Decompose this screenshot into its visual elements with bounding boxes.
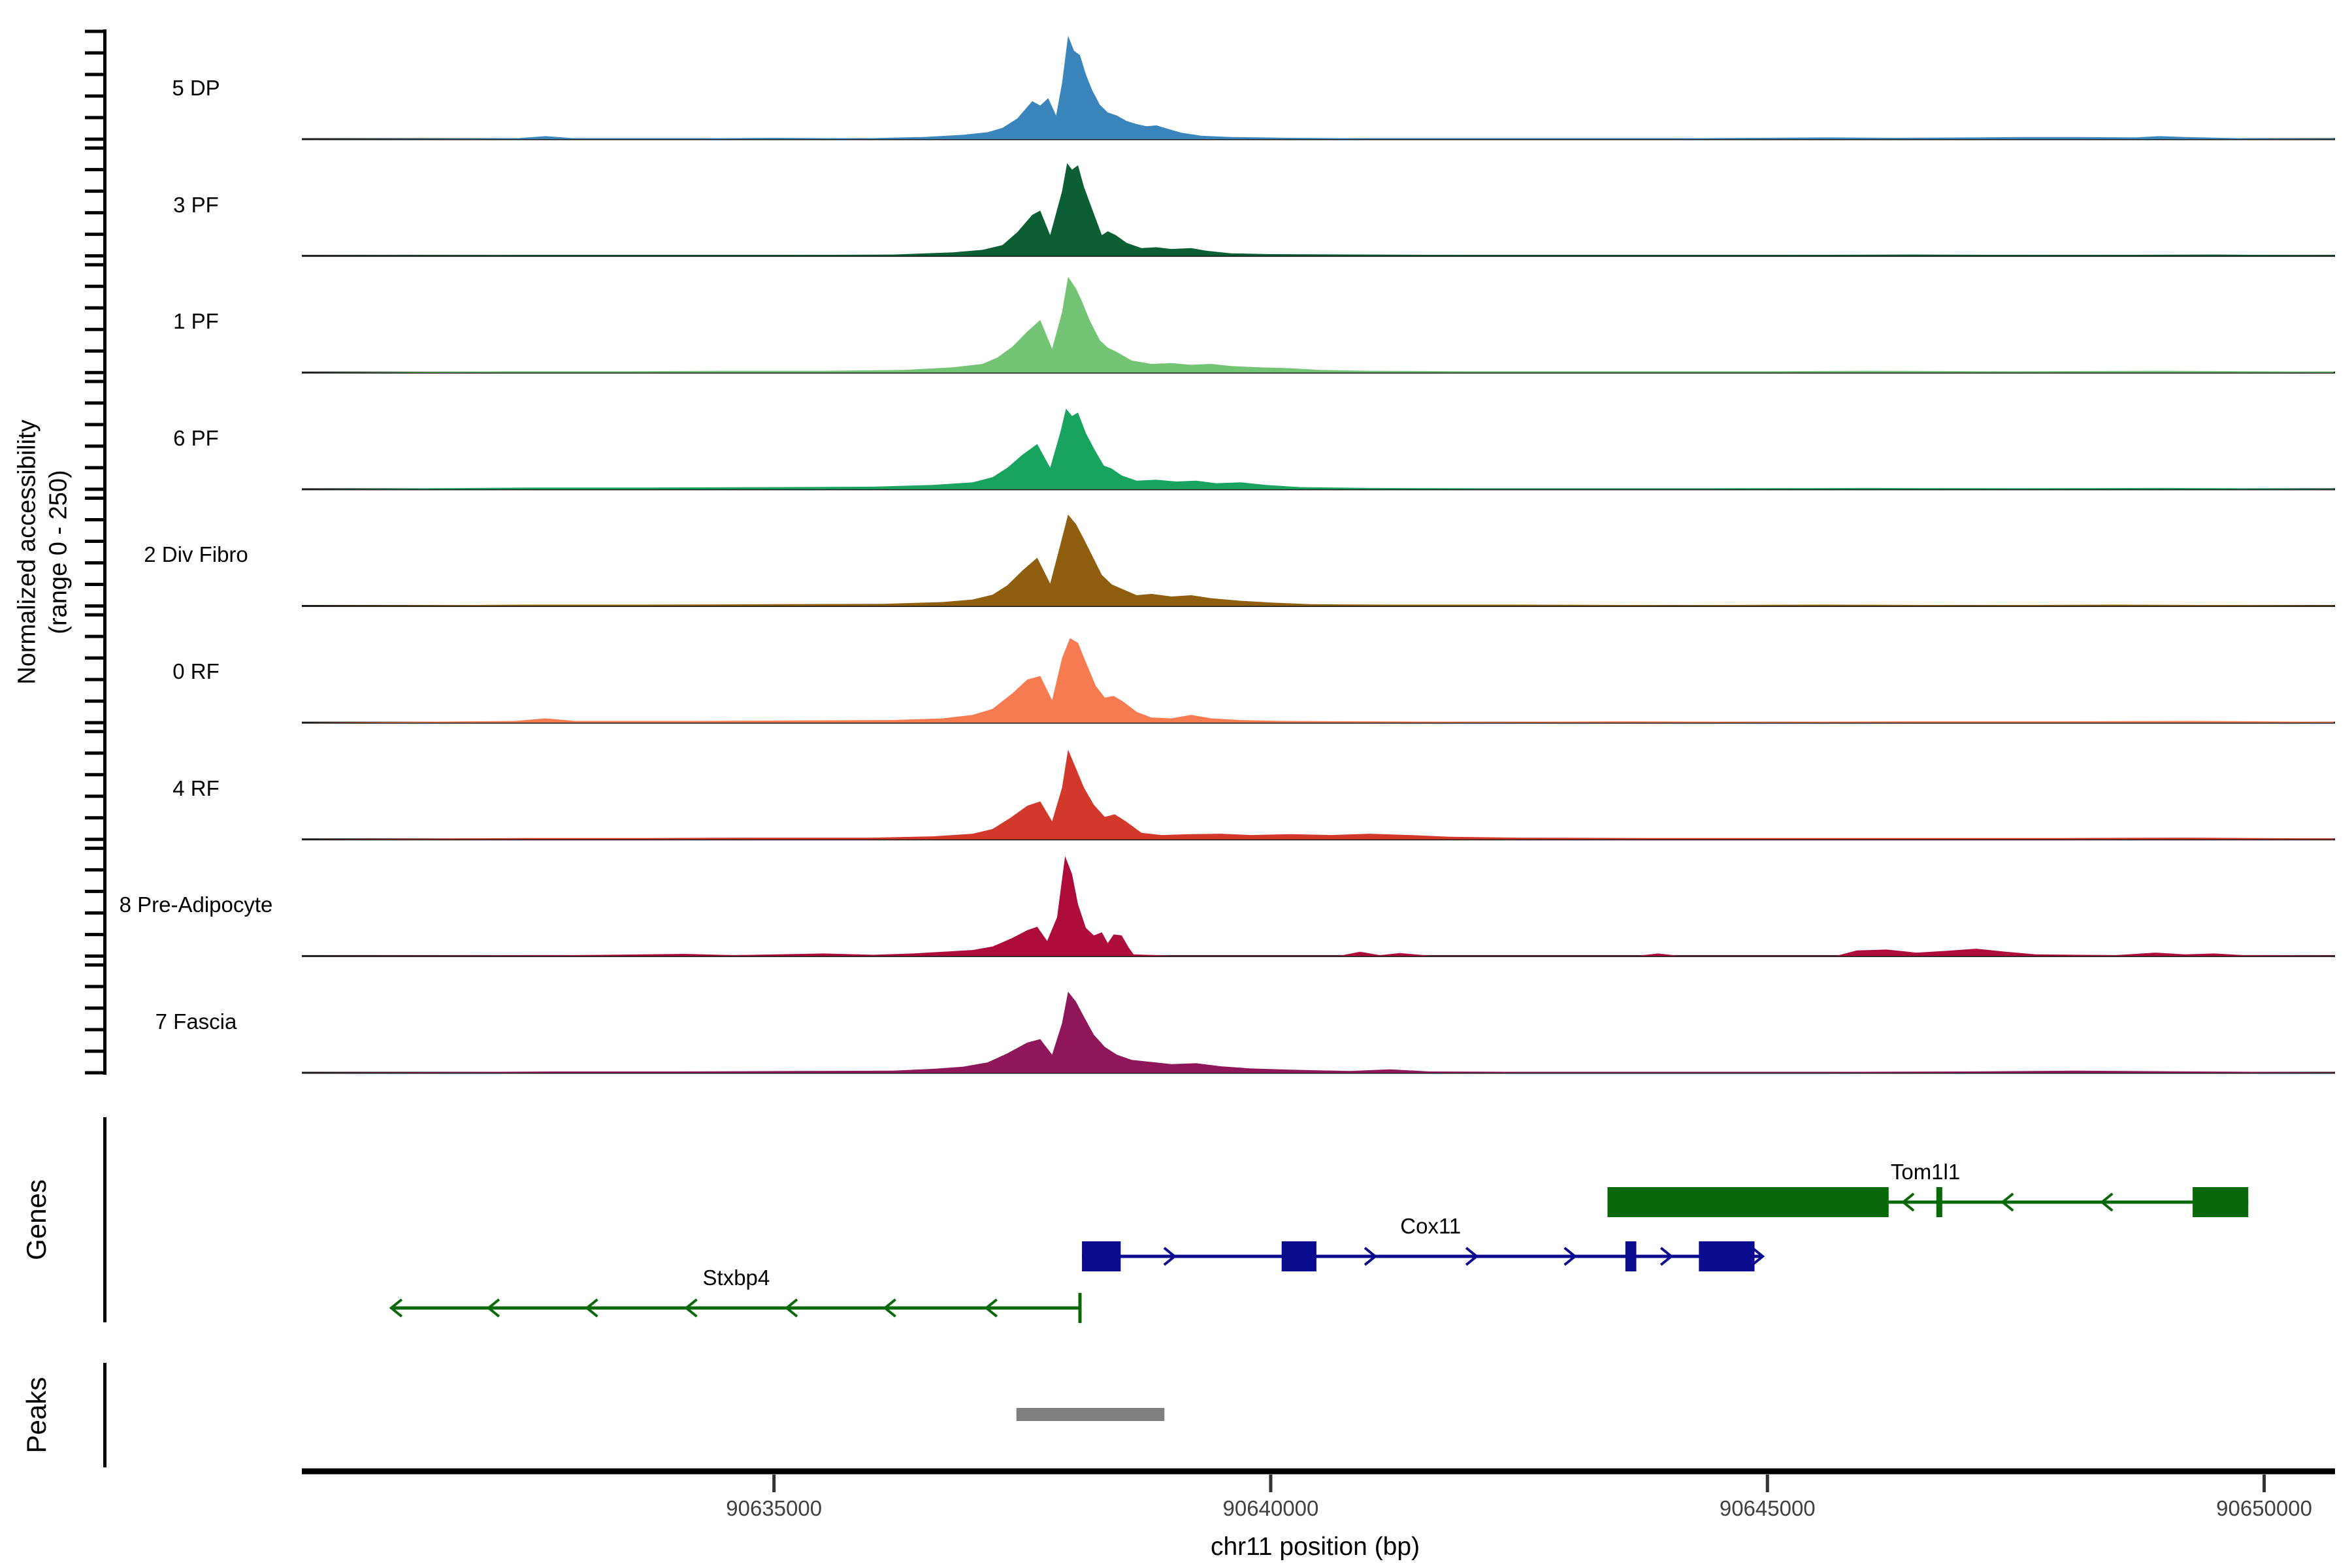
x-axis-tick-label: 90635000 — [726, 1496, 822, 1521]
gene-exon-tom1l1 — [1936, 1187, 1942, 1217]
x-axis-tick-label: 90645000 — [1720, 1496, 1816, 1521]
track-label-1-pf: 1 PF — [173, 309, 219, 334]
gene-exon-cox11 — [1699, 1241, 1754, 1271]
genome-browser-figure: Normalized accessibility (range 0 - 250)… — [0, 0, 2352, 1568]
track-label-7-fascia: 7 Fascia — [155, 1009, 237, 1034]
track-signal-1-pf — [307, 277, 2334, 373]
plot-canvas — [0, 0, 2352, 1568]
gene-label-cox11: Cox11 — [1400, 1214, 1461, 1239]
track-signal-5-dp — [307, 36, 2334, 139]
track-label-0-rf: 0 RF — [172, 659, 220, 684]
track-label-8-pre-adipocyte: 8 Pre-Adipocyte — [120, 892, 273, 917]
track-label-2-div-fibro: 2 Div Fibro — [144, 542, 248, 567]
gene-label-stxbp4: Stxbp4 — [703, 1266, 770, 1290]
gene-tss-bar-stxbp4 — [1079, 1293, 1082, 1323]
gene-exon-cox11 — [1282, 1241, 1316, 1271]
track-signal-8-pre-adipocyte — [307, 856, 2334, 956]
y-axis-title-line1: Normalized accessibility — [12, 419, 44, 684]
x-axis-title: chr11 position (bp) — [1211, 1533, 1420, 1561]
track-label-4-rf: 4 RF — [172, 776, 220, 801]
peak-region-bar — [1017, 1408, 1165, 1421]
track-label-3-pf: 3 PF — [173, 193, 219, 218]
y-axis-title: Normalized accessibility (range 0 - 250) — [12, 419, 74, 684]
track-signal-4-rf — [307, 749, 2334, 839]
track-label-5-dp: 5 DP — [172, 76, 220, 101]
y-axis-title-line2: (range 0 - 250) — [43, 419, 74, 684]
track-signal-7-fascia — [307, 992, 2334, 1073]
track-signal-0-rf — [307, 638, 2334, 723]
gene-exon-cox11 — [1082, 1241, 1120, 1271]
track-signal-3-pf — [307, 163, 2334, 256]
gene-exon-tom1l1 — [2193, 1187, 2248, 1217]
x-axis-tick-label: 90650000 — [2216, 1496, 2312, 1521]
gene-exon-tom1l1 — [1607, 1187, 1888, 1217]
gene-exon-cox11 — [1625, 1241, 1637, 1271]
gene-label-tom1l1: Tom1l1 — [1891, 1160, 1960, 1184]
peaks-section-label: Peaks — [21, 1377, 52, 1454]
genes-section-label: Genes — [21, 1179, 52, 1260]
track-signal-6-pf — [307, 408, 2334, 489]
track-label-6-pf: 6 PF — [173, 426, 219, 451]
track-signal-2-div-fibro — [307, 515, 2334, 606]
x-axis-tick-label: 90640000 — [1223, 1496, 1319, 1521]
